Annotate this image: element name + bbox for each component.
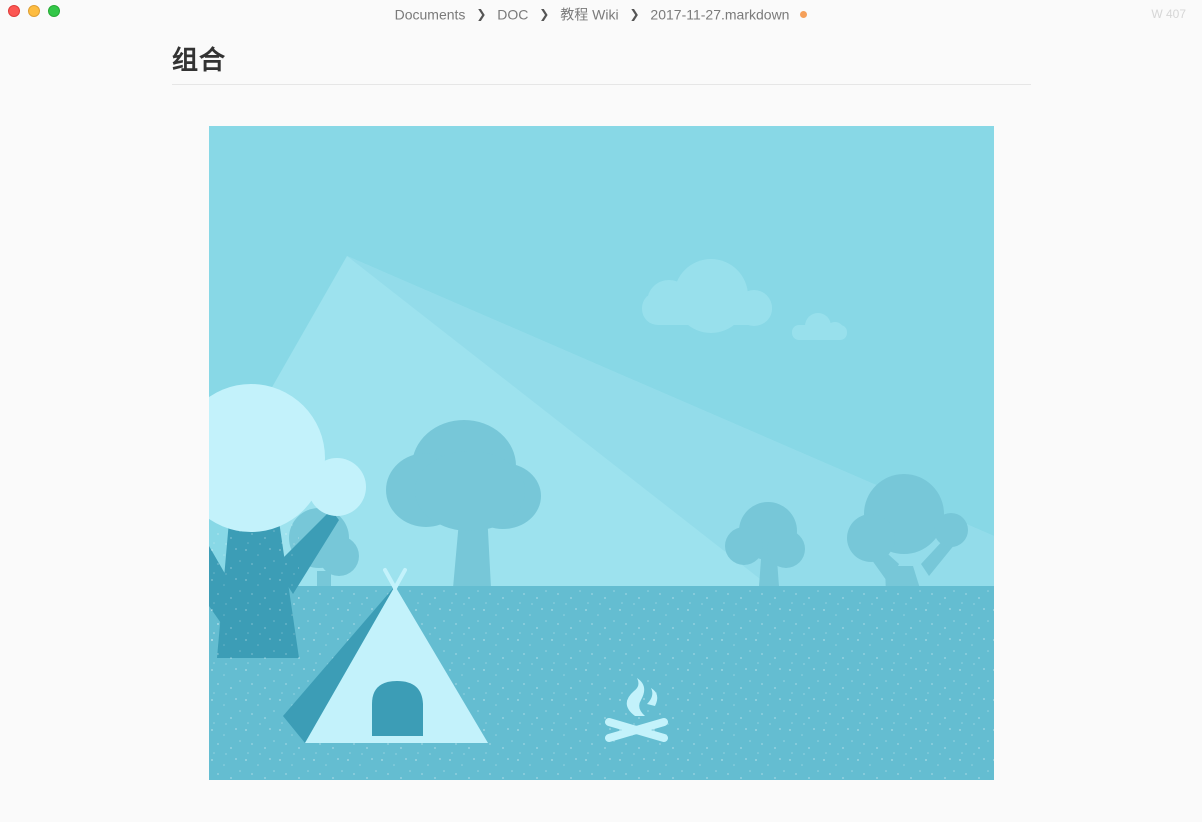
camping-illustration[interactable]	[209, 126, 994, 780]
document-heading[interactable]: 组合	[172, 40, 226, 77]
app-window: Documents ❯ DOC ❯ 教程 Wiki ❯ 2017-11-27.m…	[0, 0, 1202, 822]
unsaved-indicator	[800, 10, 808, 18]
breadcrumb: Documents ❯ DOC ❯ 教程 Wiki ❯ 2017-11-27.m…	[0, 4, 1202, 23]
breadcrumb-item-documents[interactable]: Documents	[395, 6, 466, 22]
breadcrumb-item-wiki[interactable]: 教程 Wiki	[560, 6, 618, 22]
breadcrumb-item-file[interactable]: 2017-11-27.markdown	[650, 6, 789, 22]
word-count[interactable]: W 407	[1151, 7, 1186, 21]
heading-divider	[172, 84, 1031, 85]
chevron-right-icon: ❯	[629, 7, 640, 22]
chevron-right-icon: ❯	[476, 7, 487, 22]
breadcrumb-item-doc[interactable]: DOC	[497, 6, 528, 22]
chevron-right-icon: ❯	[539, 7, 550, 22]
title-bar: Documents ❯ DOC ❯ 教程 Wiki ❯ 2017-11-27.m…	[0, 0, 1202, 26]
